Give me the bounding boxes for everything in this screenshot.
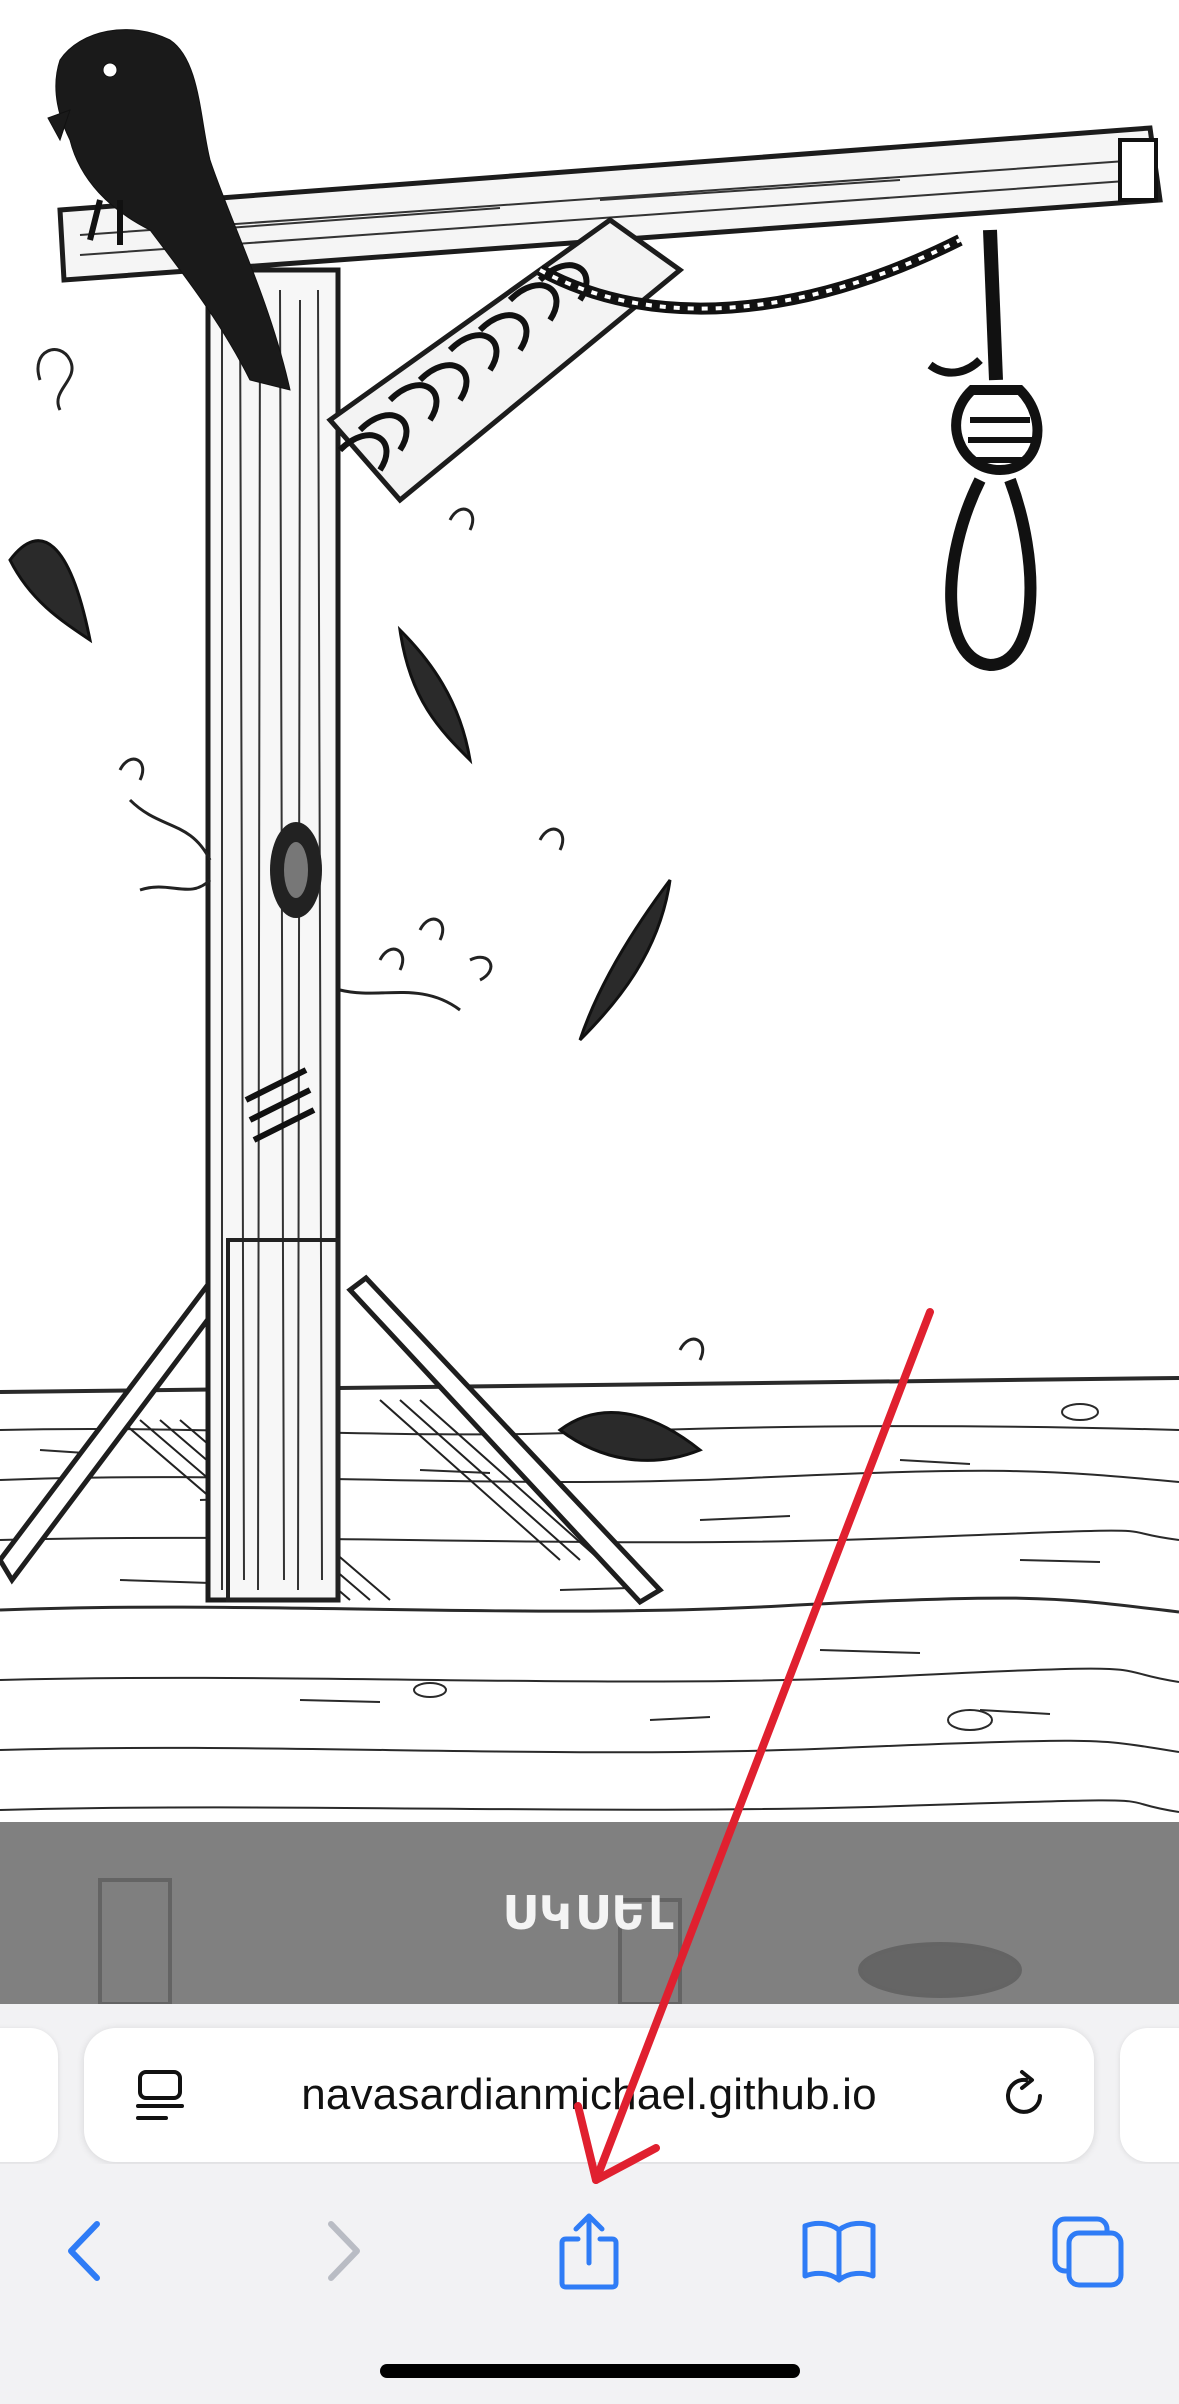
screen: ՍԿՍԵԼ navasardianmichael.github.io (0, 0, 1179, 2404)
annotation-arrow (574, 1308, 934, 2184)
